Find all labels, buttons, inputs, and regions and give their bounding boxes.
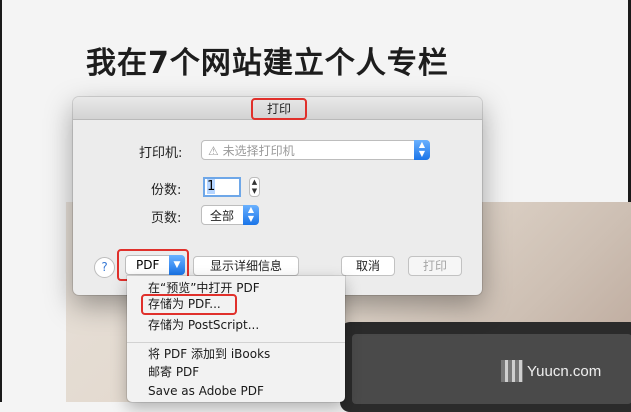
dialog-title: 打印 — [251, 98, 307, 120]
dialog-titlebar: 打印 — [73, 97, 482, 120]
pages-label: 页数: — [151, 211, 182, 226]
show-details-button[interactable]: 显示详细信息 — [193, 256, 299, 276]
cancel-button[interactable]: 取消 — [341, 256, 395, 276]
article-title: 我在7个网站建立个人专栏 — [86, 46, 449, 81]
help-button[interactable]: ? — [94, 257, 115, 278]
print-button[interactable]: 打印 — [408, 256, 462, 276]
menu-item-add-to-ibooks[interactable]: 将 PDF 添加到 iBooks — [148, 347, 270, 362]
chevron-down-icon: ▼ — [169, 255, 185, 275]
menu-item-save-as-postscript[interactable]: 存储为 PostScript... — [148, 318, 259, 333]
left-window-edge — [0, 0, 2, 402]
pages-select-value: 全部 — [210, 209, 235, 223]
printer-label: 打印机: — [139, 146, 183, 161]
menu-separator — [127, 342, 345, 343]
copies-input[interactable]: 1 — [203, 177, 241, 197]
pages-select[interactable]: 全部 ▲ ▼ — [201, 205, 259, 225]
menu-item-save-as-adobe-pdf[interactable]: Save as Adobe PDF — [148, 384, 264, 399]
chevron-updown-icon: ▲ ▼ — [414, 140, 430, 160]
copies-stepper[interactable]: ▲ ▼ — [249, 177, 260, 197]
menu-item-save-as-pdf[interactable]: 存储为 PDF... — [148, 297, 221, 312]
watermark: Yuucn.com — [501, 360, 619, 382]
menu-item-mail-pdf[interactable]: 邮寄 PDF — [148, 365, 199, 380]
watermark-text: Yuucn.com — [527, 362, 602, 380]
print-dialog: 打印 打印机: ⚠ 未选择打印机 ▲ ▼ 份数: 1 ▲ ▼ 页数: 全部 ▲ ▼ ?… — [73, 97, 482, 295]
copies-input-value: 1 — [207, 179, 216, 194]
chevron-updown-icon: ▲ ▼ — [243, 205, 259, 225]
copies-label: 份数: — [151, 183, 182, 198]
printer-select-value: ⚠ 未选择打印机 — [208, 144, 295, 158]
pdf-dropdown-menu: 在“预览”中打开 PDF 存储为 PDF... 存储为 PostScript..… — [127, 276, 345, 402]
watermark-logo-icon — [501, 360, 523, 382]
pdf-menu-button[interactable]: PDF ▼ — [125, 255, 185, 275]
pdf-button-label: PDF — [136, 258, 160, 272]
printer-select[interactable]: ⚠ 未选择打印机 ▲ ▼ — [201, 140, 430, 160]
